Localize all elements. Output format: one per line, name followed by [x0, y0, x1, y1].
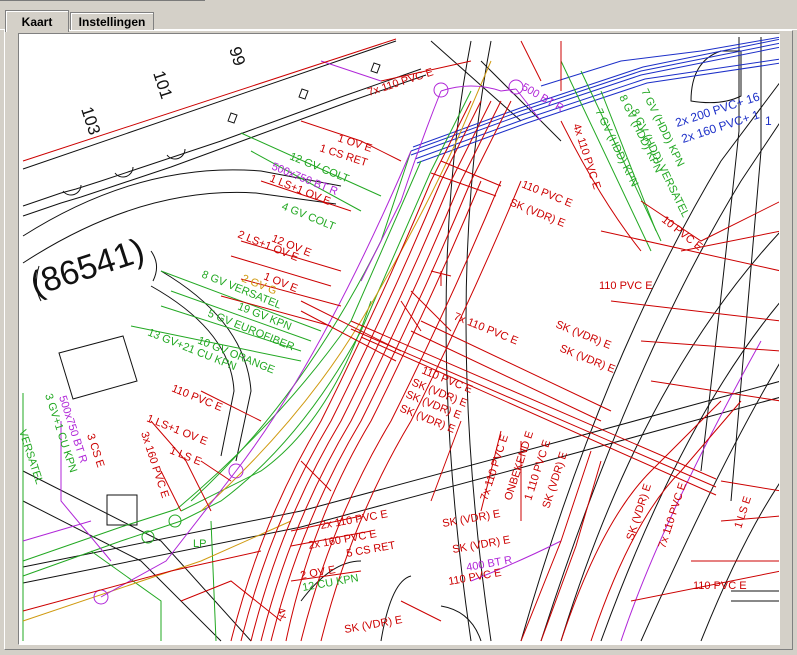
label: 1: [765, 114, 772, 128]
label: 1 LS E: [732, 495, 754, 530]
map-canvas[interactable]: (86541) 103 101 99 7x 110 PVC E 500 BT R…: [19, 34, 780, 645]
parcel-annotations: (86541) 103 101 99: [26, 44, 249, 303]
label: SK (VDR) E: [451, 534, 511, 556]
label: 7x 110 PVC E: [452, 311, 520, 348]
label: 10 PVC E: [659, 214, 704, 253]
house-number-103: 103: [77, 104, 104, 137]
map-viewport[interactable]: (86541) 103 101 99 7x 110 PVC E 500 BT R…: [18, 33, 780, 645]
label: SK (VDR) E: [624, 482, 654, 542]
label: SK (VDR) E: [343, 614, 403, 636]
tab-kaart[interactable]: Kaart: [5, 10, 69, 32]
tab-strip: Kaart Instellingen: [0, 0, 797, 32]
house-number-99: 99: [225, 44, 249, 68]
label: 7x 110 PVC E: [366, 66, 435, 99]
parcel-number: (86541): [26, 231, 149, 303]
label: 1 LS E: [168, 445, 203, 468]
label: 3 CS E: [84, 432, 106, 469]
label: 7x 110 PVC E: [656, 481, 689, 550]
label: 110 PVC E: [599, 280, 653, 292]
label: 2x 110 PVC E: [319, 508, 388, 532]
house-number-101: 101: [149, 68, 176, 101]
tab-instellingen[interactable]: Instellingen: [70, 12, 154, 30]
label: 110 PVC E: [693, 580, 747, 592]
tab-strip-edge: [0, 0, 205, 1]
label: LP: [193, 538, 206, 550]
label: 4x 110 PVC E: [570, 122, 603, 191]
label: SK (VDR) E: [441, 508, 501, 530]
label: 3x 160 PVC E: [138, 430, 171, 499]
